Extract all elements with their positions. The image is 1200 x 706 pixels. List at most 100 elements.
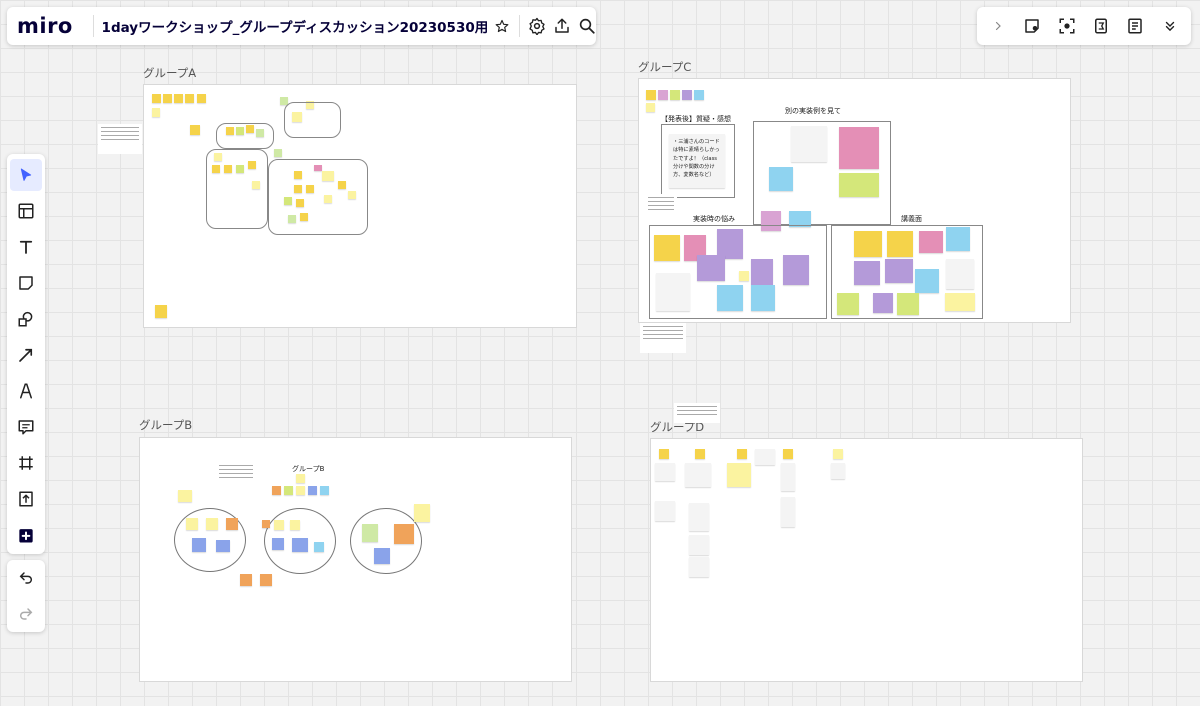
sticky-note[interactable] [155, 305, 167, 318]
sticky-note[interactable] [292, 538, 308, 552]
focus-icon[interactable] [1053, 12, 1081, 40]
sticky-note[interactable] [262, 520, 270, 528]
sticky-note[interactable] [320, 486, 329, 495]
frame-icon[interactable] [10, 447, 42, 479]
sticky-note[interactable] [294, 185, 302, 193]
sticky-note[interactable] [174, 94, 183, 103]
sticky-note[interactable] [236, 127, 244, 135]
timer-icon[interactable] [1087, 12, 1115, 40]
sticky-note[interactable] [831, 463, 845, 479]
sticky-note[interactable] [839, 127, 879, 169]
sticky-note[interactable] [216, 540, 230, 552]
settings-icon[interactable] [528, 12, 547, 40]
sticky-note[interactable] [695, 449, 705, 459]
text-block[interactable] [216, 462, 256, 492]
sticky-note[interactable] [190, 125, 200, 135]
sticky-note[interactable] [246, 125, 254, 133]
sticky-note[interactable] [206, 518, 218, 530]
sticky-note[interactable] [946, 259, 974, 289]
star-icon[interactable] [492, 12, 511, 40]
undo-icon[interactable] [10, 561, 42, 593]
chevron-double-down-icon[interactable] [1156, 12, 1184, 40]
sticky-note[interactable] [284, 197, 292, 205]
board-title[interactable]: 1dayワークショップ_グループディスカッション20230530用 [102, 16, 489, 36]
sticky-note-icon[interactable] [1018, 12, 1046, 40]
sticky-note[interactable] [163, 94, 172, 103]
shape-outline[interactable] [216, 123, 274, 149]
sticky-note[interactable] [755, 449, 775, 465]
sticky-note[interactable] [338, 181, 346, 189]
upload-icon[interactable] [10, 483, 42, 515]
sticky-note[interactable] [670, 90, 680, 100]
sticky-note[interactable] [394, 524, 414, 544]
sticky-note[interactable] [296, 486, 305, 495]
sticky-note-icon[interactable] [10, 267, 42, 299]
sticky-note[interactable] [727, 463, 751, 487]
export-icon[interactable] [552, 12, 571, 40]
sticky-note[interactable] [783, 255, 809, 285]
sticky-note[interactable] [274, 149, 282, 157]
sticky-note[interactable] [655, 501, 675, 521]
sticky-note[interactable] [240, 574, 252, 586]
sticky-note[interactable] [873, 293, 893, 313]
sticky-note[interactable] [292, 112, 302, 122]
search-icon[interactable] [577, 12, 596, 40]
sticky-note[interactable] [751, 285, 775, 311]
sticky-note[interactable] [833, 449, 843, 459]
sticky-note[interactable] [854, 261, 880, 285]
sticky-note[interactable] [946, 227, 970, 251]
sticky-note[interactable] [654, 235, 680, 261]
sticky-note[interactable] [185, 94, 194, 103]
sticky-note[interactable] [152, 108, 160, 117]
sticky-note[interactable] [296, 474, 305, 483]
pen-icon[interactable] [10, 375, 42, 407]
text-icon[interactable] [10, 231, 42, 263]
sticky-note[interactable] [248, 161, 256, 169]
shapes-icon[interactable] [10, 303, 42, 335]
text-block[interactable] [645, 194, 677, 226]
sticky-note[interactable] [694, 90, 704, 100]
sticky-note[interactable] [272, 486, 281, 495]
sticky-note[interactable] [324, 195, 332, 203]
sticky-note[interactable] [646, 90, 656, 100]
sticky-note[interactable] [226, 518, 238, 530]
sticky-note[interactable] [300, 213, 308, 221]
templates-icon[interactable] [10, 195, 42, 227]
sticky-note[interactable] [689, 535, 709, 555]
note-main[interactable]: ・三浦さんのコードは特に素晴らしかったですよ！（class分けや関数の分け方、変… [669, 134, 725, 188]
sticky-note[interactable] [322, 171, 334, 181]
sticky-note[interactable] [308, 486, 317, 495]
miro-logo[interactable]: miro [17, 14, 73, 38]
sticky-note[interactable] [348, 191, 356, 199]
sticky-note[interactable] [945, 293, 975, 311]
redo-icon[interactable] [10, 597, 42, 629]
sticky-note[interactable] [152, 94, 161, 103]
frame-group-c[interactable]: 【発表後】質疑・感想 ・三浦さんのコードは特に素晴らしかったですよ！（class… [638, 78, 1071, 323]
sticky-note[interactable] [256, 129, 264, 137]
sticky-note[interactable] [214, 153, 222, 161]
sticky-note[interactable] [284, 486, 293, 495]
sticky-note[interactable] [224, 165, 232, 173]
sticky-note[interactable] [646, 103, 655, 112]
sticky-note[interactable] [659, 449, 669, 459]
chevron-right-icon[interactable] [984, 12, 1012, 40]
sticky-note[interactable] [274, 520, 284, 530]
sticky-note[interactable] [739, 271, 749, 281]
sticky-note[interactable] [885, 259, 913, 283]
shape-outline[interactable] [206, 149, 268, 229]
sticky-note[interactable] [414, 504, 430, 522]
sticky-note[interactable] [697, 255, 725, 281]
sticky-note[interactable] [296, 199, 304, 207]
sticky-note[interactable] [685, 463, 711, 487]
sticky-note[interactable] [655, 463, 675, 481]
sticky-note[interactable] [192, 538, 206, 552]
sticky-note[interactable] [290, 520, 300, 530]
sticky-note[interactable] [915, 269, 939, 293]
sticky-note[interactable] [783, 449, 793, 459]
sticky-note[interactable] [236, 165, 244, 173]
sticky-note[interactable] [294, 171, 302, 179]
sticky-note[interactable] [362, 524, 378, 542]
frame-group-b[interactable]: グループB [139, 437, 572, 682]
notes-icon[interactable] [1121, 12, 1149, 40]
sticky-note[interactable] [837, 293, 859, 315]
